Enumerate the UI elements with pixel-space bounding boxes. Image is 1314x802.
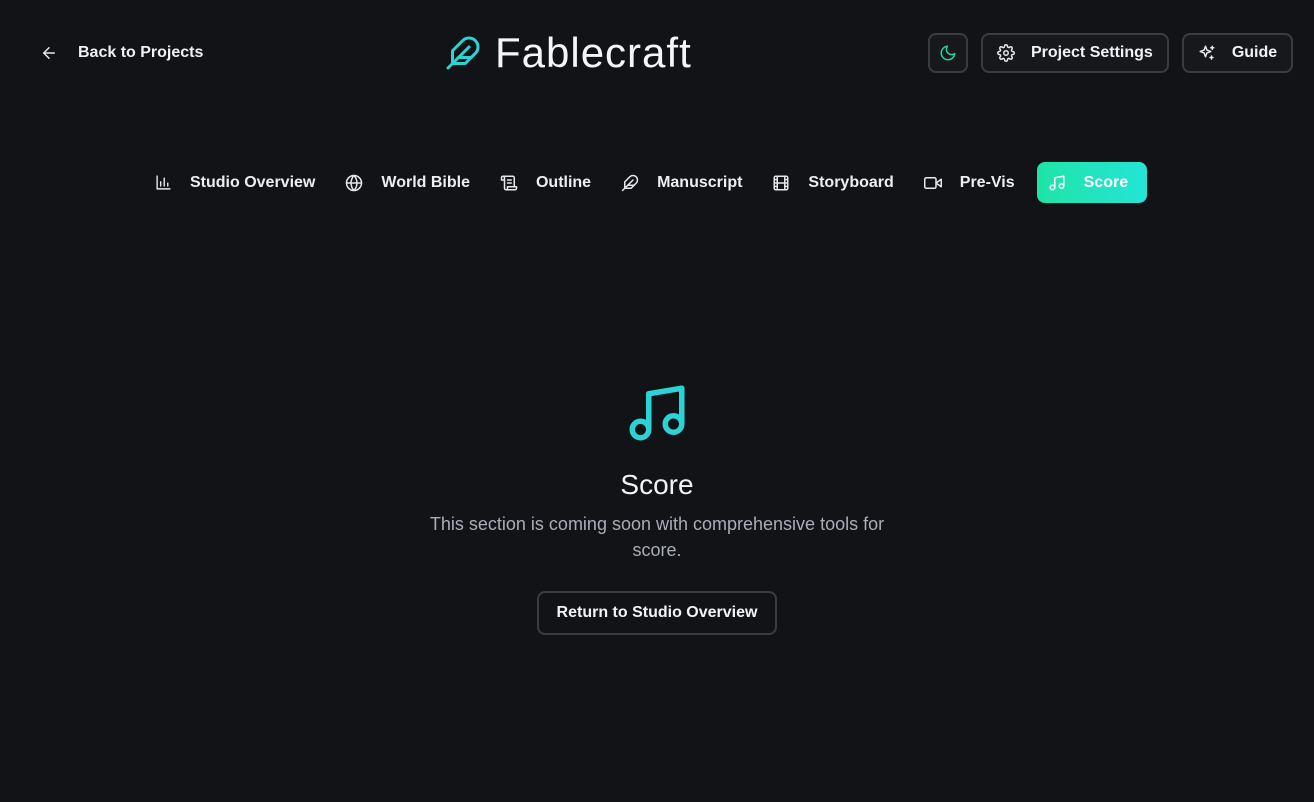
feather-icon bbox=[621, 174, 639, 192]
tab-studio-overview[interactable]: Studio Overview bbox=[144, 162, 334, 203]
brand: Fablecraft bbox=[445, 28, 692, 78]
guide-button[interactable]: Guide bbox=[1181, 33, 1294, 73]
guide-label: Guide bbox=[1231, 44, 1278, 61]
tab-score[interactable]: Score bbox=[1036, 162, 1148, 203]
project-settings-label: Project Settings bbox=[1031, 44, 1153, 61]
globe-icon bbox=[345, 174, 363, 192]
tab-world-bible[interactable]: World Bible bbox=[334, 162, 489, 203]
moon-icon bbox=[939, 44, 957, 62]
back-to-projects-link[interactable]: Back to Projects bbox=[40, 36, 203, 70]
coming-soon-panel: Score This section is coming soon with c… bbox=[0, 380, 1314, 635]
tab-outline[interactable]: Outline bbox=[489, 162, 610, 203]
tab-manuscript[interactable]: Manuscript bbox=[610, 162, 761, 203]
section-tabs: Studio Overview World Bible Outline Manu… bbox=[144, 162, 1148, 204]
bar-chart-icon bbox=[155, 174, 172, 191]
tab-label: Pre-Vis bbox=[959, 173, 1015, 191]
return-to-studio-overview-button[interactable]: Return to Studio Overview bbox=[536, 591, 778, 635]
section-title: Score bbox=[620, 469, 694, 500]
music-icon bbox=[624, 380, 690, 446]
film-icon bbox=[772, 174, 790, 192]
tab-label: Storyboard bbox=[808, 173, 894, 191]
tab-label: Score bbox=[1083, 173, 1129, 191]
project-settings-button[interactable]: Project Settings bbox=[981, 33, 1169, 73]
video-icon bbox=[923, 174, 942, 192]
music-icon bbox=[1048, 174, 1066, 192]
tab-pre-vis[interactable]: Pre-Vis bbox=[913, 162, 1034, 203]
tab-label: Manuscript bbox=[657, 173, 743, 191]
tab-label: World Bible bbox=[381, 173, 470, 191]
feather-icon bbox=[445, 35, 481, 71]
arrow-left-icon bbox=[40, 44, 58, 62]
header-actions: Project Settings Guide bbox=[928, 33, 1294, 73]
gear-icon bbox=[997, 44, 1015, 62]
coming-soon-description: This section is coming soon with compreh… bbox=[429, 514, 885, 560]
tab-storyboard[interactable]: Storyboard bbox=[761, 162, 912, 203]
tab-label: Studio Overview bbox=[190, 173, 316, 191]
sparkles-icon bbox=[1198, 44, 1216, 62]
scroll-icon bbox=[500, 174, 518, 192]
tab-label: Outline bbox=[535, 173, 592, 191]
theme-toggle-button[interactable] bbox=[928, 33, 968, 73]
brand-title: Fablecraft bbox=[495, 29, 692, 76]
top-header: Back to Projects Fablecraft Project Sett… bbox=[0, 0, 1314, 106]
back-to-projects-label: Back to Projects bbox=[78, 44, 204, 61]
